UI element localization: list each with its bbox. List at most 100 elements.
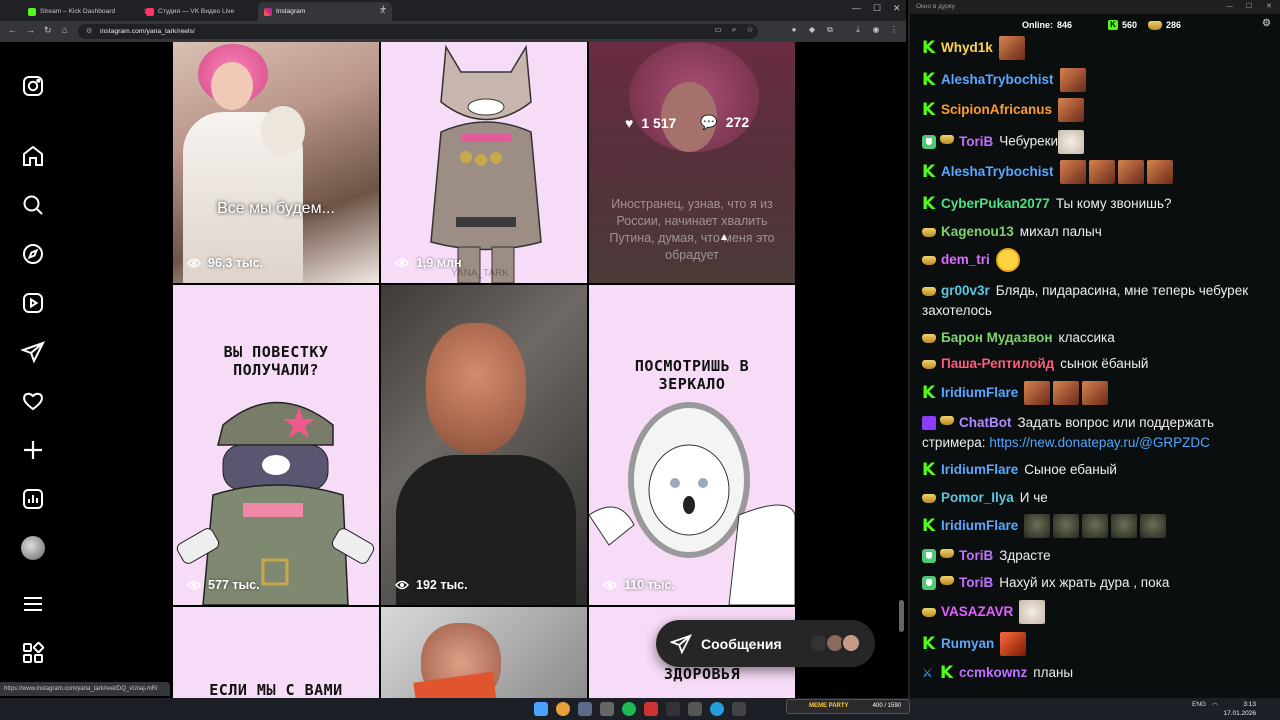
app-icon-3[interactable]	[688, 702, 702, 716]
forward-icon[interactable]: →	[26, 25, 35, 35]
minimize-icon[interactable]: —	[1226, 0, 1233, 14]
start-menu-icon[interactable]	[534, 702, 548, 716]
address-bar[interactable]: ⚙ instagram.com/yana_tark/reels/	[78, 24, 758, 39]
cat-emote-icon	[1058, 130, 1085, 154]
install-icon[interactable]: ▭	[712, 25, 724, 37]
chat-username[interactable]: ChatBot	[959, 415, 1012, 430]
tab-kick-dashboard[interactable]: Stream – Kick Dashboard ✕	[22, 2, 156, 21]
chat-username[interactable]: gr00v3r	[941, 283, 990, 298]
chrome-icon[interactable]	[556, 702, 570, 716]
close-window-icon[interactable]: ✕	[893, 3, 901, 14]
chat-username[interactable]: ToriB	[959, 548, 993, 563]
language-indicator[interactable]: ENG	[1192, 701, 1206, 708]
online-count: 846	[1057, 20, 1073, 30]
reel-thumbnail[interactable]: ЕСЛИ МЫ С ВАМИ	[173, 607, 379, 698]
reel-thumbnail[interactable]: ПОСМОТРИШЬ В ЗЕРКАЛО 110 тыс.	[589, 285, 795, 605]
reel-thumbnail-hovered[interactable]: ♥ 1 517 💬 272 Иностранец, узнав, что я из …	[589, 42, 795, 283]
chat-username[interactable]: IridiumFlare	[941, 462, 1018, 477]
chat-username[interactable]: Kagenou13	[941, 224, 1014, 239]
app-icon[interactable]	[600, 702, 614, 716]
chat-username[interactable]: Паша-Рептилойд	[941, 356, 1054, 371]
telegram-icon[interactable]	[710, 702, 724, 716]
reload-icon[interactable]: ↻	[44, 25, 52, 36]
reel-thumbnail[interactable]: YANA_TARK 1,9 млн	[381, 42, 587, 283]
dog-emote-icon	[1024, 514, 1051, 538]
chat-username[interactable]: AleshaTrybochist	[941, 72, 1054, 87]
chat-username[interactable]: VASAZAVR	[941, 604, 1013, 619]
maximize-icon[interactable]: ☐	[873, 3, 881, 14]
face-emote-icon	[1088, 160, 1115, 184]
direct-messages-icon[interactable]	[20, 340, 45, 364]
messages-label: Сообщения	[701, 635, 782, 652]
page-scrollbar[interactable]	[899, 600, 904, 632]
chat-username[interactable]: Барон Мудазвон	[941, 330, 1053, 345]
reel-thumbnail[interactable]	[381, 607, 587, 698]
reels-icon[interactable]	[21, 291, 45, 315]
site-info-icon[interactable]: ⚙	[86, 24, 92, 39]
obs-icon[interactable]	[666, 702, 680, 716]
chat-username[interactable]: Pomor_Ilya	[941, 490, 1014, 505]
chat-username[interactable]: CyberPukan2077	[941, 196, 1050, 211]
home-icon[interactable]	[21, 144, 45, 168]
profile-avatar[interactable]	[21, 536, 45, 560]
face-emote-icon	[998, 36, 1025, 60]
red-emote-icon	[1000, 632, 1027, 656]
create-icon[interactable]	[21, 438, 45, 462]
cartoon-title-text: ВЫ ПОВЕСТКУ ПОЛУЧАЛИ?	[223, 343, 329, 379]
maximize-icon[interactable]: ☐	[1246, 0, 1252, 14]
downloads-icon[interactable]: ⤓	[852, 25, 864, 37]
kick-favicon-icon	[28, 7, 36, 16]
spotify-icon[interactable]	[622, 702, 636, 716]
bookmark-star-icon[interactable]: ☆	[744, 25, 756, 37]
user-badges	[922, 607, 936, 617]
menu-icon[interactable]	[21, 592, 45, 616]
search-icon[interactable]	[21, 193, 45, 217]
extension-icon[interactable]: ●	[788, 25, 800, 37]
profile-icon[interactable]: ◉	[870, 25, 882, 37]
messages-button[interactable]: Сообщения	[656, 620, 875, 667]
dashboard-icon[interactable]	[21, 487, 45, 511]
clock[interactable]: 3:13 17.01.2026	[1223, 700, 1256, 718]
settings-icon[interactable]: ⚙	[1262, 18, 1271, 29]
meme-party-widget[interactable]: MEME PARTY 400 / 1590	[786, 699, 910, 714]
chat-message: ToriB Нахуй их жрать дура , пока	[922, 573, 1268, 593]
extensions-puzzle-icon[interactable]: ⧉	[824, 25, 836, 37]
reel-thumbnail[interactable]: Все мы будем... 96,3 тыс.	[173, 42, 379, 283]
home-icon[interactable]: ⌂	[62, 25, 67, 35]
chat-username[interactable]: ScipionAfricanus	[941, 102, 1052, 117]
new-tab-icon[interactable]: +	[380, 3, 386, 15]
chat-username[interactable]: dem_tri	[941, 252, 990, 267]
chat-username[interactable]: AleshaTrybochist	[941, 164, 1054, 179]
instagram-logo-icon[interactable]	[21, 74, 45, 98]
reel-overlay-text: Все мы будем...	[217, 200, 335, 217]
apps-icon[interactable]	[21, 641, 45, 665]
heart-icon[interactable]	[21, 389, 45, 413]
chat-username[interactable]: ToriB	[959, 134, 993, 149]
reel-thumbnail[interactable]: ВЫ ПОВЕСТКУ ПОЛУЧАЛИ? 577 тыс.	[173, 285, 379, 605]
chat-username[interactable]: IridiumFlare	[941, 518, 1018, 533]
tab-vk-studio[interactable]: Студия — VK Видео Live ✕	[140, 2, 274, 21]
donate-link[interactable]: https://new.donatepay.ru/@GRPZDC	[989, 435, 1210, 450]
cartoon-cat-illustration	[430, 44, 542, 283]
user-badges	[922, 416, 954, 431]
extension-icon-2[interactable]: ◆	[806, 25, 818, 37]
chat-username[interactable]: IridiumFlare	[941, 385, 1018, 400]
wifi-icon[interactable]: ◠	[1212, 701, 1218, 709]
close-window-icon[interactable]: ✕	[1266, 0, 1272, 14]
minimize-icon[interactable]: —	[852, 3, 861, 13]
chat-username[interactable]: ToriB	[959, 575, 993, 590]
menu-kebab-icon[interactable]: ⋮	[888, 25, 900, 37]
tab-instagram[interactable]: Instagram ✕	[258, 2, 392, 21]
app-icon-4[interactable]	[732, 702, 746, 716]
chat-text: Ты кому звонишь?	[1055, 196, 1172, 211]
chat-username[interactable]: Rumyan	[941, 636, 994, 651]
app-icon-2[interactable]	[644, 702, 658, 716]
chat-username[interactable]: Whyd1k	[941, 40, 993, 55]
reel-thumbnail[interactable]: 192 тыс.	[381, 285, 587, 605]
back-icon[interactable]: ←	[8, 25, 17, 35]
explore-icon[interactable]	[21, 242, 45, 266]
chat-username[interactable]: ccmkownz	[959, 665, 1027, 680]
zoom-icon[interactable]: ⌕	[728, 25, 740, 37]
steam-icon[interactable]	[578, 702, 592, 716]
cartoon-title-text: ПОСМОТРИШЬ В ЗЕРКАЛО	[634, 357, 750, 393]
